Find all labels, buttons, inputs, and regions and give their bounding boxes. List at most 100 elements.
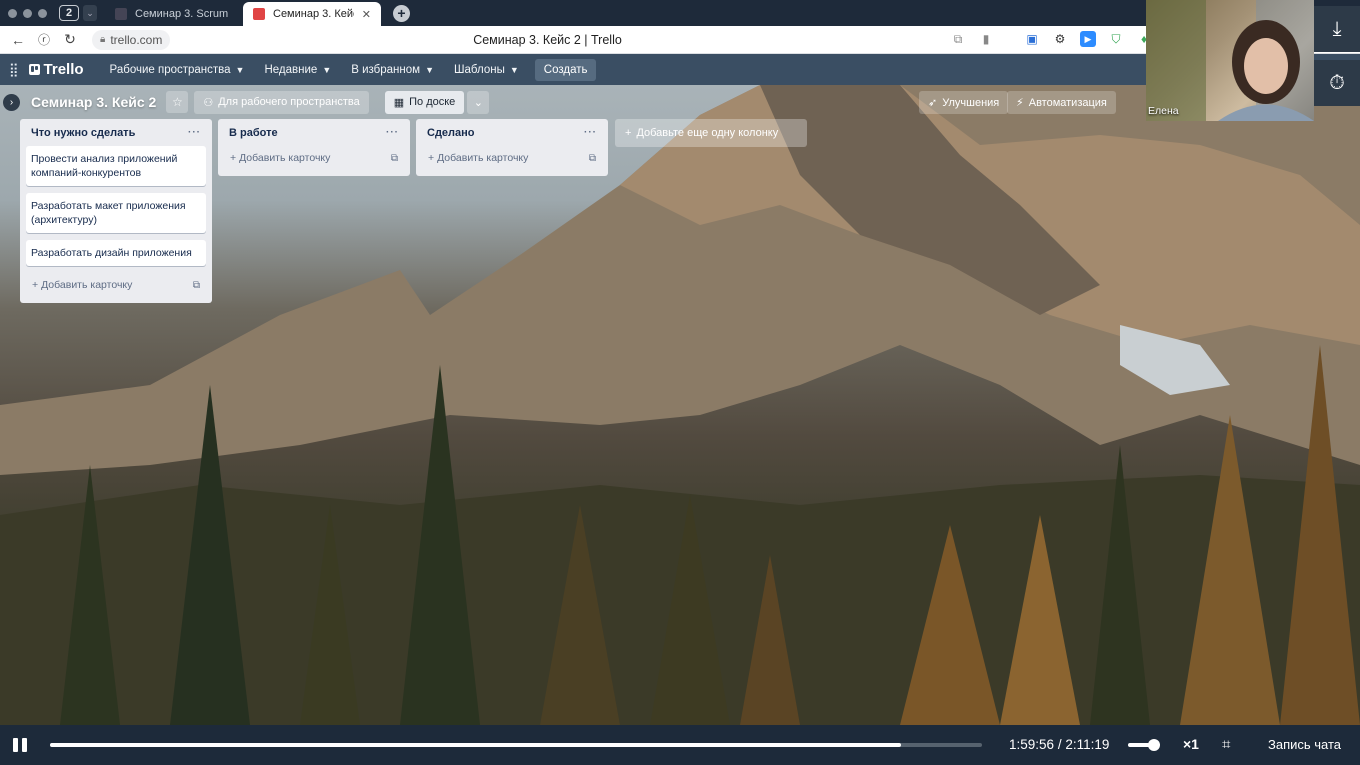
visibility-label: Для рабочего пространства: [218, 96, 360, 108]
page-title: Семинар 3. Кейс 2 | Trello: [473, 33, 622, 47]
video-player-bar: 1:59:56 / 2:11:19 ×1 ⌗ Запись чата: [0, 725, 1360, 765]
more-icon[interactable]: ···: [386, 127, 399, 138]
bookmark-icon[interactable]: ▮: [978, 31, 994, 47]
participant-video-frame: [1146, 0, 1314, 121]
total-time: 2:11:19: [1065, 737, 1110, 752]
template-icon[interactable]: ⧉: [589, 153, 596, 164]
playback-speed-button[interactable]: ×1: [1183, 736, 1199, 752]
browser-tab-trello[interactable]: Семинар 3. Кейс 2 | T ✕: [243, 2, 381, 26]
add-column-button[interactable]: + Добавьте еще одну колонку: [615, 119, 807, 147]
pause-button[interactable]: [13, 738, 27, 752]
menu-label: Шаблоны: [453, 63, 505, 76]
rocket-icon: ➶: [928, 97, 938, 109]
extension-toolbar: ⧉ ▮ ▣ ⚙ ▶ ⛉ ♦: [950, 31, 1152, 47]
add-card-text: + Добавить карточку: [32, 279, 132, 291]
close-window-icon[interactable]: [8, 8, 17, 18]
add-card-text: + Добавить карточку: [428, 152, 528, 164]
pause-icon: [13, 738, 18, 752]
menu-workspaces[interactable]: Рабочие пространства ▼: [100, 54, 255, 85]
trello-logo-text: Trello: [43, 61, 84, 78]
zoom-extension-icon[interactable]: ▶: [1080, 31, 1096, 47]
header-menu: Рабочие пространства ▼ Недавние ▼ В избр…: [100, 54, 529, 85]
card[interactable]: Провести анализ приложений компаний-конк…: [26, 146, 206, 186]
time-display: 1:59:56 / 2:11:19: [1009, 737, 1109, 752]
sidebar-toggle-icon[interactable]: ›: [3, 93, 20, 111]
list-title: Что нужно сделать: [31, 126, 136, 139]
progress-bar[interactable]: [50, 743, 982, 747]
window-controls[interactable]: [8, 8, 47, 18]
stopwatch-icon: ⏱︎: [1329, 71, 1345, 94]
menu-starred[interactable]: В избранном ▼: [341, 54, 444, 85]
new-tab-button[interactable]: +: [393, 4, 410, 22]
list-todo: Что нужно сделать ··· Провести анализ пр…: [20, 119, 212, 303]
add-card-button[interactable]: + Добавить карточку ⧉: [422, 146, 602, 170]
plus-icon: +: [32, 279, 39, 291]
chevron-down-icon: ⌄: [473, 96, 483, 109]
visibility-button[interactable]: ⚇ Для рабочего пространства: [194, 90, 369, 114]
calendar-extension-icon[interactable]: ▣: [1024, 31, 1040, 47]
list-in-progress: В работе ··· + Добавить карточку ⧉: [218, 119, 410, 176]
lightning-icon: ⚡︎: [1016, 97, 1024, 109]
plus-icon: +: [230, 152, 237, 164]
gear-icon[interactable]: ⚙: [1052, 31, 1068, 47]
list-header[interactable]: Сделано ···: [422, 119, 602, 146]
add-card-button[interactable]: + Добавить карточку ⧉: [224, 146, 404, 170]
chevron-down-icon: ▼: [322, 64, 332, 75]
webcam-video: Елена: [1146, 0, 1314, 121]
tab-label: Семинар 3. Кейс 2 | T: [273, 8, 354, 20]
board-title[interactable]: Семинар 3. Кейс 2: [31, 94, 156, 110]
trello-logo-icon: [28, 64, 40, 75]
volume-slider[interactable]: [1128, 739, 1160, 751]
power-ups-button[interactable]: ➶ Улучшения: [919, 91, 1009, 114]
chat-record-button[interactable]: Запись чата: [1268, 737, 1341, 752]
board-view-button[interactable]: ▦ По доске: [384, 90, 465, 114]
time-separator: /: [1057, 737, 1062, 752]
chevron-down-icon: ▼: [425, 64, 434, 75]
chevron-down-icon: ▼: [235, 64, 245, 75]
download-icon: ⤓: [1332, 17, 1342, 40]
template-icon[interactable]: ⧉: [193, 280, 200, 291]
create-button[interactable]: Создать: [534, 58, 597, 81]
timer-button[interactable]: ⏱︎: [1314, 60, 1360, 106]
chevron-down-icon: ▼: [509, 64, 519, 75]
apps-grid-icon[interactable]: ⣿: [9, 62, 19, 78]
browser-tab-scrum[interactable]: Семинар 3. Scrum: [105, 2, 243, 26]
list-header[interactable]: Что нужно сделать ···: [26, 119, 206, 146]
automation-button[interactable]: ⚡︎ Автоматизация: [1007, 91, 1116, 114]
more-icon[interactable]: ···: [584, 127, 597, 138]
download-button[interactable]: ⤓: [1314, 6, 1360, 52]
list-header[interactable]: В работе ···: [224, 119, 404, 146]
tab-label: Семинар 3. Scrum: [135, 8, 229, 20]
close-tab-icon[interactable]: ✕: [362, 8, 371, 21]
participant-name: Елена: [1148, 105, 1179, 117]
maximize-window-icon[interactable]: [38, 8, 47, 18]
menu-templates[interactable]: Шаблоны ▼: [444, 54, 529, 85]
menu-recent[interactable]: Недавние ▼: [254, 54, 341, 85]
card[interactable]: Разработать макет приложения (архитектур…: [26, 193, 206, 233]
tab-count-badge[interactable]: 2: [59, 5, 79, 21]
star-icon[interactable]: ☆: [166, 91, 189, 113]
share-icon[interactable]: ⧉: [950, 31, 966, 47]
power-ups-label: Улучшения: [942, 96, 1000, 109]
template-icon[interactable]: ⧉: [391, 153, 398, 164]
minimize-window-icon[interactable]: [23, 8, 32, 18]
add-card-label: Добавить карточку: [239, 152, 331, 164]
list-done: Сделано ··· + Добавить карточку ⧉: [416, 119, 608, 176]
list-title: В работе: [229, 126, 278, 139]
trello-logo[interactable]: Trello: [28, 61, 84, 78]
menu-label: В избранном: [351, 63, 421, 76]
chevron-down-icon[interactable]: ⌄: [83, 5, 97, 21]
tab-favicon-icon: [253, 8, 265, 20]
plus-icon: +: [428, 152, 435, 164]
list-title: Сделано: [427, 126, 475, 139]
card[interactable]: Разработать дизайн приложения: [26, 240, 206, 266]
fullscreen-icon[interactable]: ⌗: [1222, 736, 1230, 753]
team-icon: ⚇: [203, 96, 214, 109]
board-view-icon: ▦: [393, 96, 405, 109]
view-dropdown-button[interactable]: ⌄: [467, 90, 490, 114]
more-icon[interactable]: ···: [188, 127, 201, 138]
add-column-label: Добавьте еще одну колонку: [636, 127, 779, 139]
adblock-shield-icon[interactable]: ⛉: [1108, 31, 1124, 47]
add-card-label: Добавить карточку: [437, 152, 529, 164]
add-card-button[interactable]: + Добавить карточку ⧉: [26, 273, 206, 297]
